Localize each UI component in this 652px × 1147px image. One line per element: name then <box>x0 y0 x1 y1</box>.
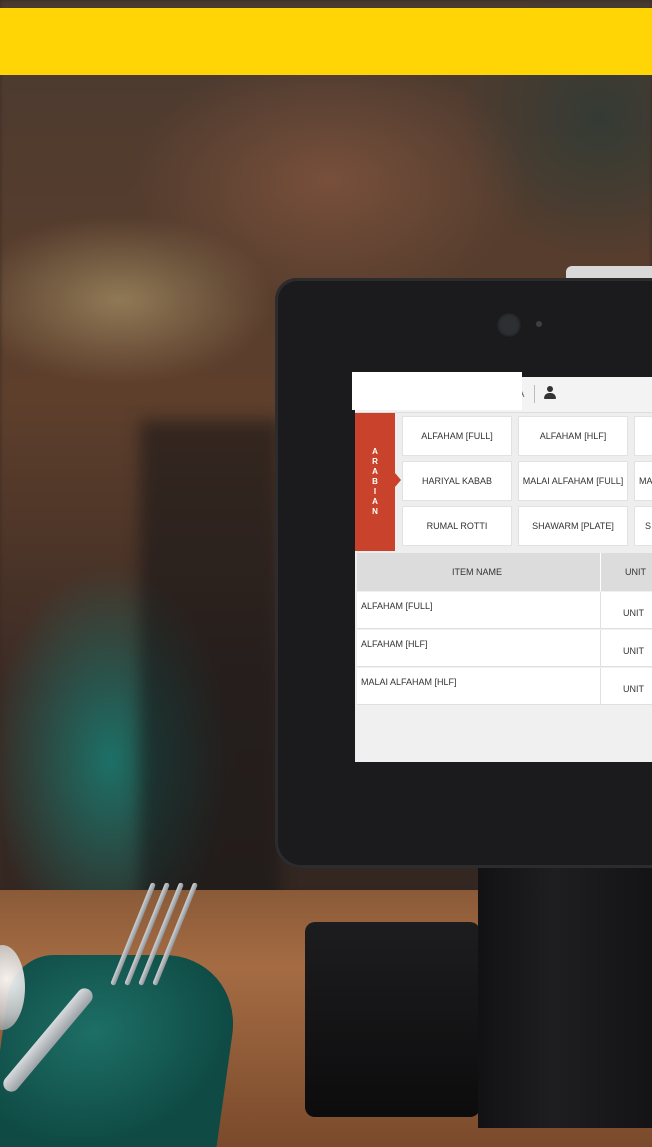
table-row[interactable]: MALAI ALFAHAM [HLF] UNIT <box>357 668 652 705</box>
menu-tile[interactable]: RUMAL ROTTI <box>402 506 512 546</box>
sensor-dot <box>536 321 542 327</box>
category-tab-arabian[interactable]: ARABIAN <box>355 413 395 551</box>
yellow-banner <box>0 8 652 75</box>
menu-tile[interactable]: SHAWARM [PLATE] <box>518 506 628 546</box>
camera-icon <box>496 312 522 338</box>
item-name: MALAI ALFAHAM [HLF] <box>361 677 457 687</box>
user-icon[interactable] <box>543 385 557 401</box>
item-unit: UNIT <box>623 684 644 694</box>
device-base <box>305 922 480 1117</box>
redaction-box <box>352 372 522 410</box>
item-name: ALFAHAM [FULL] <box>361 601 433 611</box>
order-table: ITEM NAME UNIT ALFAHAM [FULL] UNIT ALFAH… <box>357 553 652 762</box>
table-header: ITEM NAME UNIT <box>357 553 652 591</box>
menu-tile[interactable]: HARIYAL KABAB <box>402 461 512 501</box>
category-arrow-icon <box>395 473 401 487</box>
table-row[interactable]: ALFAHAM [FULL] UNIT <box>357 592 652 629</box>
photo-scene: IA ARABIAN ALFAHAM [FULL] ALFAHAM [HLF] … <box>0 0 652 1147</box>
menu-tile[interactable]: ALFAHAM [FULL] <box>402 416 512 456</box>
menu-tile[interactable]: S <box>634 506 652 546</box>
menu-tile[interactable]: MA <box>634 461 652 501</box>
column-header-unit: UNIT <box>625 567 646 577</box>
item-name: ALFAHAM [HLF] <box>361 639 428 649</box>
column-header-item-name: ITEM NAME <box>451 567 502 577</box>
table-row[interactable]: ALFAHAM [HLF] UNIT <box>357 630 652 667</box>
menu-tile[interactable]: ALFAHAM [HLF] <box>518 416 628 456</box>
menu-tile[interactable] <box>634 416 652 456</box>
item-unit: UNIT <box>623 608 644 618</box>
background-shadow <box>140 420 280 940</box>
item-unit: UNIT <box>623 646 644 656</box>
pos-screen: IA ARABIAN ALFAHAM [FULL] ALFAHAM [HLF] … <box>355 377 652 762</box>
category-label: ARABIAN <box>370 447 380 517</box>
menu-tile[interactable]: MALAI ALFAHAM [FULL] <box>518 461 628 501</box>
status-divider <box>534 385 535 403</box>
device-stand <box>478 868 652 1128</box>
